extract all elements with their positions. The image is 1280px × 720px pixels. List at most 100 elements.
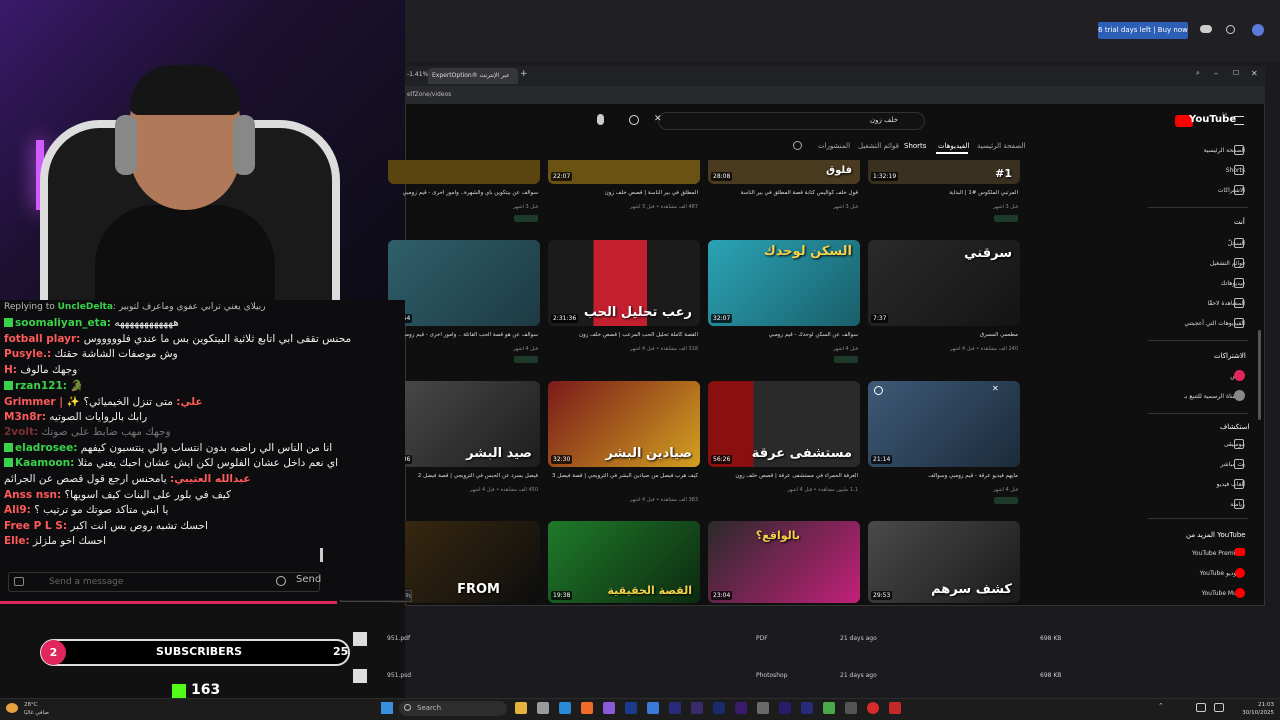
video-title[interactable]: المطلق في بير الناسة | قصص خلف زون: [548, 190, 698, 196]
video-thumbnail[interactable]: 22:07: [548, 160, 700, 184]
chat-username[interactable]: soomaliyan_eta:: [15, 317, 111, 329]
network-icon[interactable]: [1196, 703, 1206, 712]
volume-icon[interactable]: [1214, 703, 1224, 712]
after-effects-icon[interactable]: [691, 702, 703, 714]
tab-posts[interactable]: المنشورات: [818, 142, 850, 150]
video-title[interactable]: قول خلف كواليس كتابة قصة المطلق في بير ا…: [708, 190, 858, 196]
visual-studio-icon[interactable]: [603, 702, 615, 714]
media-encoder-icon[interactable]: [713, 702, 725, 714]
taskbar-clock[interactable]: 21:03 30/10/2025: [1236, 701, 1274, 717]
browser-search-icon[interactable]: ⌕: [1196, 69, 1200, 78]
chat-username[interactable]: H:: [4, 364, 17, 376]
app-icon[interactable]: [537, 702, 549, 714]
chat-scrollbar[interactable]: [320, 548, 323, 562]
chat-username[interactable]: Elle:: [4, 535, 30, 547]
chat-username[interactable]: Ali9:: [4, 504, 31, 516]
search-icon[interactable]: [1226, 25, 1235, 34]
tab-home[interactable]: الصفحة الرئيسية: [977, 142, 1025, 150]
video-thumbnail[interactable]: [388, 160, 540, 184]
app-icon[interactable]: [823, 702, 835, 714]
video-title[interactable]: المرتبي الملكوس #1 | البداية: [868, 190, 1018, 196]
sidebar-item-studio[interactable]: YouTube استوديو: [1150, 570, 1245, 577]
microphone-icon[interactable]: [597, 114, 604, 125]
sidebar-item-history[interactable]: السجلّ: [1150, 240, 1245, 247]
file-row[interactable]: 951.pdf PDF 21 days ago 698 KB: [345, 626, 1065, 652]
taskbar-search[interactable]: Search: [399, 701, 507, 716]
avatar[interactable]: [1252, 24, 1264, 36]
windows-start-icon[interactable]: [381, 702, 393, 714]
sidebar-scrollbar[interactable]: [1258, 330, 1261, 420]
app-icon[interactable]: [757, 702, 769, 714]
chat-username[interactable]: Kaamoon:: [15, 457, 74, 469]
music-icon: [1234, 439, 1244, 449]
trophy-icon: [1234, 499, 1244, 509]
weather-icon[interactable]: [6, 703, 18, 713]
chat-username[interactable]: eladrosee:: [15, 442, 77, 454]
app-icon[interactable]: [845, 702, 857, 714]
file-row[interactable]: 951.psd Photoshop 21 days ago 698 KB: [345, 663, 1065, 689]
send-button[interactable]: Send: [296, 574, 321, 585]
sidebar-item-premium[interactable]: YouTube Premium: [1150, 550, 1245, 557]
audition-icon[interactable]: [669, 702, 681, 714]
photoshop-icon[interactable]: [625, 702, 637, 714]
sidebar-item-subscriptions[interactable]: الاشتراكات: [1150, 187, 1245, 194]
clear-search-icon[interactable]: ✕: [654, 114, 662, 124]
sidebar-item-shorts[interactable]: Shorts: [1150, 167, 1245, 174]
tab-shorts[interactable]: Shorts: [904, 142, 926, 150]
chat-username[interactable]: عبدالله العتيبي:: [170, 473, 251, 485]
chat-username[interactable]: 2volt:: [4, 426, 38, 438]
trial-buy-button[interactable]: 6 trial days left | Buy now: [1098, 22, 1188, 39]
chat-username[interactable]: Pusyle.:: [4, 348, 51, 360]
chat-text: محنس تقفى ابي اتابع ثلاثية البيتكوين بس …: [80, 332, 352, 345]
premiere-icon[interactable]: [779, 702, 791, 714]
weather-widget[interactable]: 28°C صافي غالبًا: [24, 701, 49, 717]
close-icon[interactable]: ✕: [1251, 69, 1258, 78]
chat-username[interactable]: fotball playr:: [4, 333, 80, 345]
gear-icon[interactable]: [276, 576, 286, 586]
chat-message: 2volt: وجهك مهب ضابط على صوتك: [4, 426, 1190, 441]
chat-text: وجهك مهب ضابط على صوتك: [38, 426, 171, 439]
cloud-icon[interactable]: [1200, 25, 1212, 33]
search-icon[interactable]: [629, 115, 639, 125]
sidebar-subscriptions-header[interactable]: الاشتراكات: [1214, 352, 1246, 360]
chat-input[interactable]: Send a message: [8, 572, 320, 592]
gaming-icon: [1234, 479, 1244, 489]
chat-username[interactable]: Anss nsn:: [4, 489, 61, 501]
sidebar-item-your-videos[interactable]: فيديوهاتك: [1150, 280, 1245, 287]
sidebar-you-header[interactable]: أنت: [1234, 218, 1245, 226]
maximize-icon[interactable]: ☐: [1233, 69, 1239, 77]
new-tab-icon[interactable]: +: [520, 69, 528, 79]
channel-search-icon[interactable]: [793, 141, 802, 150]
video-meta: 487 ألف مشاهدة • قبل 3 أشهر: [629, 204, 698, 210]
opera-icon[interactable]: [867, 702, 879, 714]
app-icon[interactable]: [647, 702, 659, 714]
address-bar[interactable]: [405, 86, 1265, 104]
subscriptions-icon: [1234, 185, 1244, 195]
brave-icon[interactable]: [581, 702, 593, 714]
sidebar-item-home[interactable]: الصفحة الرئيسية: [1150, 147, 1245, 154]
file-explorer-icon[interactable]: [515, 702, 527, 714]
chat-mode-icon[interactable]: [14, 577, 24, 586]
members-only-badge: [514, 215, 538, 222]
chevron-up-icon[interactable]: ⌃: [1158, 702, 1164, 710]
sidebar-item-playlists[interactable]: قوائم التشغيل: [1150, 260, 1245, 267]
browser-tab[interactable]: ExpertOption® عبر الإنترنت: [428, 68, 518, 84]
minimize-icon[interactable]: –: [1214, 69, 1218, 78]
chat-text: احسك تشبه روص بس انت اكبر: [67, 519, 208, 532]
chat-text: اي نعم داخل عشان الفلوس لكن ايش عشان احب…: [74, 457, 339, 470]
app-icon[interactable]: [889, 702, 901, 714]
chat-text: يا ابني متأكد صوتك مو ترتيب ؟: [30, 504, 169, 517]
tab-videos[interactable]: الفيديوهات: [938, 142, 969, 150]
media-encoder-icon[interactable]: [735, 702, 747, 714]
video-thumbnail[interactable]: 28:08 فلوق: [708, 160, 860, 184]
chat-username[interactable]: rzan121:: [15, 380, 67, 392]
vscode-icon[interactable]: [559, 702, 571, 714]
audition-icon[interactable]: [801, 702, 813, 714]
chat-username[interactable]: Free P L S:: [4, 520, 67, 532]
video-thumbnail[interactable]: 1:32:19 #1: [868, 160, 1020, 184]
tab-playlists[interactable]: قوائم التشغيل: [858, 142, 899, 150]
sidebar-item-music-app[interactable]: YouTube Music: [1150, 590, 1245, 597]
address-url: elfZone/videos: [407, 91, 452, 98]
chat-username[interactable]: M3n8r:: [4, 411, 46, 423]
video-title[interactable]: سوالف عن بيتكوين بأي والشهرة.. وأمور أخر…: [388, 190, 538, 196]
